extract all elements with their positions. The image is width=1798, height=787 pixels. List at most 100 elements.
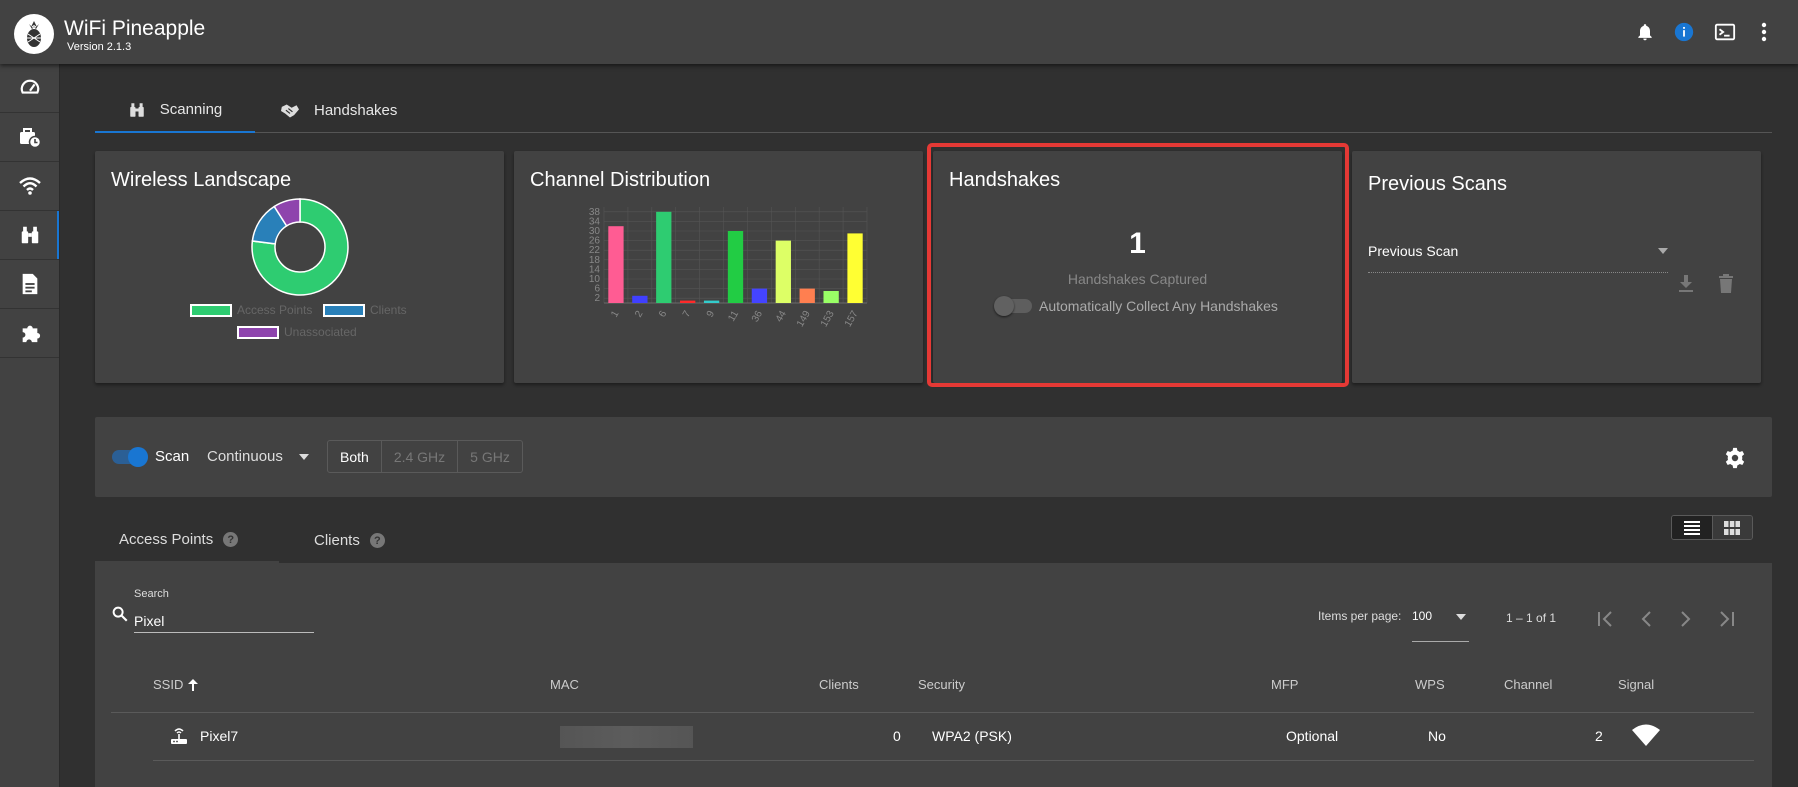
- top-tabs: Scanning Handshakes: [95, 88, 1772, 133]
- info-icon[interactable]: [1672, 20, 1696, 44]
- auto-collect-handshakes-label: Automatically Collect Any Handshakes: [1039, 298, 1278, 314]
- bar-channel-1: [608, 226, 624, 303]
- sidebar: [0, 64, 60, 787]
- channel-distribution-bar-chart: 2610141822263034381 2 6 7 9 11 36 44 149 153 157: [589, 207, 868, 329]
- pineapple-logo-icon: [14, 14, 54, 54]
- bar-channel-2: [632, 295, 648, 303]
- y-tick-label: 22: [589, 245, 601, 256]
- wireless-landscape-donut-chart: [251, 198, 349, 296]
- handshakes-card-title: Handshakes: [949, 169, 1061, 191]
- bell-icon[interactable]: [1633, 20, 1657, 44]
- pagination-range: 1 – 1 of 1: [1506, 611, 1557, 625]
- bar-channel-36: [751, 288, 768, 303]
- items-per-page-value: 100: [1412, 609, 1433, 623]
- tab-handshakes-label: Handshakes: [314, 102, 398, 119]
- y-tick-label: 2: [594, 293, 600, 304]
- x-tick-label: 149: [795, 309, 813, 329]
- scan-toggle-knob: [128, 447, 148, 467]
- dashboard-icon: [20, 79, 39, 94]
- signal-strength-icon: [1632, 724, 1660, 746]
- handshakes-count: 1: [1129, 227, 1146, 260]
- tab-scanning[interactable]: Scanning: [95, 88, 255, 133]
- y-tick-label: 10: [589, 274, 601, 285]
- tab-clients[interactable]: Clients ?: [314, 518, 385, 563]
- legend-access-points-label: Access Points: [237, 303, 313, 317]
- column-header-clients[interactable]: Clients: [819, 677, 859, 692]
- bar-channel-44: [775, 240, 791, 303]
- items-per-page-label: Items per page:: [1318, 609, 1402, 623]
- logs-icon: [22, 273, 37, 295]
- next-page-icon[interactable]: [1680, 611, 1692, 627]
- tab-handshakes[interactable]: Handshakes: [280, 88, 397, 133]
- column-header-mac[interactable]: MAC: [550, 677, 579, 692]
- x-tick-label: 1: [609, 309, 622, 320]
- terminal-icon[interactable]: [1713, 20, 1737, 44]
- column-header-wps[interactable]: WPS: [1415, 677, 1445, 692]
- legend-access-points[interactable]: Access Points: [190, 303, 312, 317]
- band-selector: Both 2.4 GHz 5 GHz: [327, 440, 523, 473]
- y-tick-label: 18: [589, 255, 601, 266]
- items-per-page-select[interactable]: 100: [1412, 604, 1469, 642]
- bar-channel-7: [680, 300, 696, 303]
- recon-binoculars-icon: [21, 226, 38, 244]
- list-view-button[interactable]: [1672, 516, 1712, 539]
- previous-scan-select[interactable]: Previous Scan: [1368, 243, 1668, 273]
- auto-collect-handshakes-toggle[interactable]: [994, 296, 1032, 316]
- last-page-icon[interactable]: [1717, 611, 1735, 627]
- modules-icon: [22, 325, 40, 343]
- chevron-down-icon: [298, 453, 309, 460]
- sidebar-item-dashboard[interactable]: [0, 64, 59, 113]
- campaigns-icon: [19, 128, 41, 149]
- legend-clients[interactable]: Clients: [323, 303, 407, 317]
- sidebar-item-modules[interactable]: [0, 309, 59, 358]
- y-tick-label: 30: [589, 226, 601, 237]
- more-vert-icon[interactable]: [1752, 20, 1776, 44]
- view-mode-toggle: [1671, 515, 1753, 540]
- scan-mode-select[interactable]: Continuous: [207, 448, 309, 465]
- y-tick-label: 26: [589, 236, 601, 247]
- settings-gear-icon[interactable]: [1724, 447, 1746, 469]
- ssid-cell: Pixel7: [200, 728, 239, 744]
- clients-cell: 0: [893, 728, 901, 744]
- legend-swatch-access-points: [190, 303, 232, 317]
- wifi-icon: [18, 177, 41, 195]
- delete-icon[interactable]: [1718, 274, 1734, 293]
- scan-toggle[interactable]: [112, 447, 148, 467]
- help-icon[interactable]: ?: [223, 532, 239, 547]
- search-input[interactable]: [134, 609, 314, 633]
- x-tick-label: 11: [726, 309, 741, 324]
- sidebar-item-wifi[interactable]: [0, 162, 59, 211]
- security-cell: WPA2 (PSK): [932, 728, 1012, 744]
- handshakes-card: Handshakes 1 Handshakes Captured Automat…: [933, 151, 1342, 383]
- x-tick-label: 153: [819, 309, 837, 329]
- toggle-knob: [994, 296, 1014, 316]
- band-both-button[interactable]: Both: [328, 441, 382, 472]
- column-header-signal[interactable]: Signal: [1618, 677, 1654, 692]
- x-tick-label: 7: [681, 309, 694, 320]
- grid-view-button[interactable]: [1711, 516, 1752, 539]
- x-tick-label: 44: [774, 309, 789, 325]
- legend-unassociated[interactable]: Unassociated: [237, 325, 357, 339]
- sidebar-item-campaigns[interactable]: [0, 113, 59, 162]
- bar-channel-157: [847, 233, 863, 303]
- band-5ghz-button[interactable]: 5 GHz: [458, 441, 522, 472]
- bar-channel-11: [727, 231, 744, 303]
- tab-access-points-label: Access Points: [119, 531, 214, 548]
- top-bar: WiFi Pineapple Version 2.1.3: [0, 0, 1798, 64]
- column-header-ssid[interactable]: SSID: [153, 677, 199, 692]
- band-2-4ghz-button[interactable]: 2.4 GHz: [382, 441, 459, 472]
- first-page-icon[interactable]: [1597, 611, 1615, 627]
- legend-swatch-unassociated: [237, 325, 279, 339]
- previous-page-icon[interactable]: [1640, 611, 1652, 627]
- tab-access-points[interactable]: Access Points ?: [95, 518, 279, 563]
- x-tick-label: 36: [750, 309, 765, 325]
- help-icon[interactable]: ?: [369, 533, 385, 548]
- channel-distribution-title: Channel Distribution: [530, 169, 711, 191]
- column-header-mfp[interactable]: MFP: [1271, 677, 1298, 692]
- sidebar-item-logs[interactable]: [0, 260, 59, 309]
- app-title: WiFi Pineapple: [64, 17, 206, 40]
- download-icon[interactable]: [1678, 275, 1694, 293]
- column-header-security[interactable]: Security: [918, 677, 965, 692]
- column-header-channel[interactable]: Channel: [1504, 677, 1552, 692]
- sidebar-item-recon[interactable]: [0, 211, 59, 260]
